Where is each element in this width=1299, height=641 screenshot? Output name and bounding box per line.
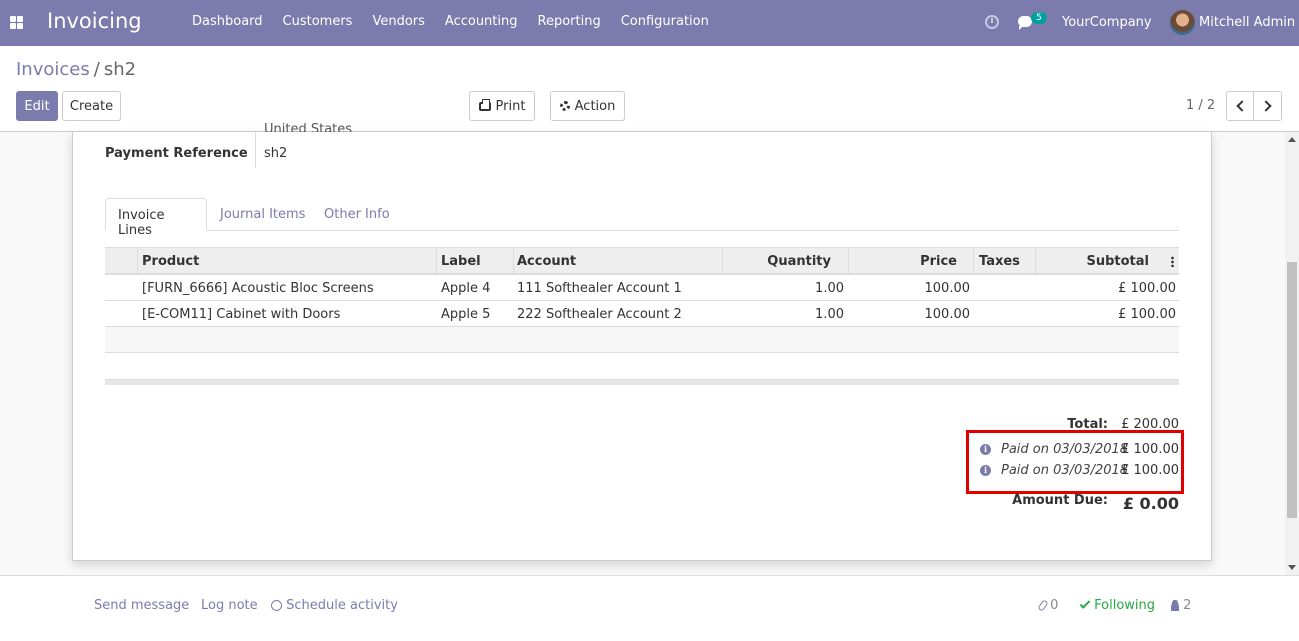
log-note-button[interactable]: Log note xyxy=(201,598,258,613)
app-title: Invoicing xyxy=(47,9,142,33)
cell-subtotal: £ 100.00 xyxy=(1118,281,1176,296)
cell-product: [E-COM11] Cabinet with Doors xyxy=(142,307,341,322)
send-message-button[interactable]: Send message xyxy=(94,598,189,613)
breadcrumb-current: sh2 xyxy=(103,59,137,80)
schedule-activity-button[interactable]: Schedule activity xyxy=(271,598,398,613)
scroll-up-arrow-icon[interactable] xyxy=(1288,137,1296,142)
main-menu: Dashboard Customers Vendors Accounting R… xyxy=(182,14,719,29)
partner-country: United States xyxy=(264,122,353,132)
cell-account: 111 Softhealer Account 1 xyxy=(517,281,682,296)
table-row-empty xyxy=(105,327,1179,353)
header-product[interactable]: Product xyxy=(142,254,199,269)
tab-invoice-lines[interactable]: Invoice Lines xyxy=(105,198,207,238)
field-divider xyxy=(255,132,256,168)
scrollbar-thumb[interactable] xyxy=(1287,262,1297,518)
create-button[interactable]: Create xyxy=(62,91,121,121)
cell-subtotal: £ 100.00 xyxy=(1118,307,1176,322)
table-footer xyxy=(105,379,1179,385)
header-taxes[interactable]: Taxes xyxy=(979,254,1020,269)
pager-previous-button[interactable] xyxy=(1226,91,1254,121)
chevron-right-icon xyxy=(1259,100,1272,112)
invoice-lines-table: Product Label Account Quantity Price Tax… xyxy=(105,247,1179,385)
breadcrumb-invoices-link[interactable]: Invoices xyxy=(16,59,90,80)
chevron-left-icon xyxy=(1236,100,1248,112)
notebook-tabs: Invoice Lines Journal Items Other Info xyxy=(105,198,1179,238)
cell-label: Apple 5 xyxy=(441,307,491,322)
cell-account: 222 Softhealer Account 2 xyxy=(517,307,682,322)
schedule-activity-label: Schedule activity xyxy=(286,598,398,613)
table-row[interactable]: [FURN_6666] Acoustic Bloc Screens Apple … xyxy=(105,275,1179,301)
menu-dashboard[interactable]: Dashboard xyxy=(182,14,273,29)
header-quantity[interactable]: Quantity xyxy=(767,254,831,269)
print-button-label: Print xyxy=(495,98,526,114)
amount-due-label: Amount Due: xyxy=(1012,493,1108,508)
column-options-icon[interactable] xyxy=(1171,256,1174,267)
action-button[interactable]: Action xyxy=(550,91,625,121)
table-row[interactable]: [E-COM11] Cabinet with Doors Apple 5 222… xyxy=(105,301,1179,327)
payments-highlight-box xyxy=(966,430,1184,494)
printer-icon xyxy=(478,98,491,111)
attachments-button[interactable]: 0 xyxy=(1037,598,1059,613)
amount-due-value: £ 0.00 xyxy=(1122,494,1179,513)
edit-button-label: Edit xyxy=(24,98,50,114)
header-subtotal[interactable]: Subtotal xyxy=(1086,254,1149,269)
print-button[interactable]: Print xyxy=(469,91,535,121)
clock-icon xyxy=(271,600,282,611)
following-button[interactable]: Following xyxy=(1079,598,1156,613)
menu-configuration[interactable]: Configuration xyxy=(611,14,719,29)
cell-price: 100.00 xyxy=(924,307,971,322)
paperclip-icon xyxy=(1037,599,1049,612)
create-button-label: Create xyxy=(69,98,114,114)
breadcrumb: Invoices / sh2 xyxy=(16,59,136,80)
cell-price: 100.00 xyxy=(924,281,971,296)
control-panel: Invoices / sh2 Edit Create Print Action 1 … xyxy=(0,46,1299,132)
cell-quantity: 1.00 xyxy=(815,307,844,322)
menu-reporting[interactable]: Reporting xyxy=(528,14,611,29)
menu-vendors[interactable]: Vendors xyxy=(362,14,434,29)
messaging-icon[interactable] xyxy=(1018,16,1032,30)
messages-badge: 5 xyxy=(1031,12,1047,24)
cell-quantity: 1.00 xyxy=(815,281,844,296)
company-switcher[interactable]: YourCompany xyxy=(1062,15,1152,30)
apps-menu-icon[interactable] xyxy=(10,16,23,29)
breadcrumb-separator: / xyxy=(93,59,100,80)
user-icon xyxy=(1171,600,1179,611)
cell-product: [FURN_6666] Acoustic Bloc Screens xyxy=(142,281,374,296)
tab-other-info[interactable]: Other Info xyxy=(312,198,402,231)
table-header: Product Label Account Quantity Price Tax… xyxy=(105,247,1179,275)
chatter: Send message Log note Schedule activity … xyxy=(0,575,1299,641)
top-navbar: Invoicing Dashboard Customers Vendors Ac… xyxy=(0,0,1299,46)
following-label: Following xyxy=(1094,598,1156,613)
header-price[interactable]: Price xyxy=(920,254,957,269)
activity-clock-icon[interactable] xyxy=(985,15,999,29)
tab-journal-items[interactable]: Journal Items xyxy=(208,198,317,231)
scroll-down-arrow-icon[interactable] xyxy=(1288,565,1296,570)
action-button-label: Action xyxy=(574,98,616,114)
header-label[interactable]: Label xyxy=(441,254,481,269)
header-account[interactable]: Account xyxy=(517,254,576,269)
payment-reference-label: Payment Reference xyxy=(105,146,248,161)
pager-value[interactable]: 1 / 2 xyxy=(1186,98,1215,113)
scrollbar[interactable] xyxy=(1285,132,1299,575)
user-menu[interactable]: Mitchell Admin xyxy=(1199,15,1295,30)
gear-icon xyxy=(559,101,570,111)
menu-customers[interactable]: Customers xyxy=(273,14,363,29)
check-icon xyxy=(1079,598,1091,609)
user-avatar[interactable] xyxy=(1170,10,1195,35)
attachments-count: 0 xyxy=(1050,598,1059,613)
menu-accounting[interactable]: Accounting xyxy=(435,14,528,29)
payment-reference-value: sh2 xyxy=(264,146,288,161)
followers-button[interactable]: 2 xyxy=(1171,598,1191,613)
pager-next-button[interactable] xyxy=(1253,91,1282,121)
cell-label: Apple 4 xyxy=(441,281,491,296)
followers-count: 2 xyxy=(1183,598,1192,613)
edit-button[interactable]: Edit xyxy=(16,91,58,121)
